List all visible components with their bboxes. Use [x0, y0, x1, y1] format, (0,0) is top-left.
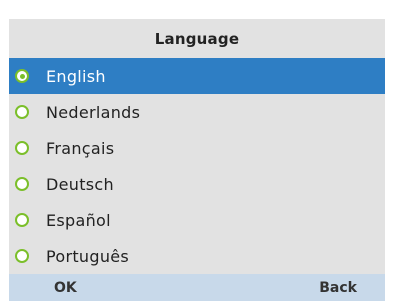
list-item-label: Deutsch [46, 174, 114, 194]
radio-unselected-icon [15, 177, 29, 191]
list-item-espanol[interactable]: Español [9, 202, 385, 238]
list-item-label: Français [46, 138, 115, 158]
language-list: English Nederlands Français Deutsch Espa… [9, 58, 385, 274]
ok-button[interactable]: OK [54, 280, 77, 296]
radio-selected-icon [15, 69, 29, 83]
radio-unselected-icon [15, 249, 29, 263]
page-title: Language [154, 29, 240, 48]
radio-unselected-icon [15, 105, 29, 119]
softkey-bar: OK Back [9, 274, 385, 301]
list-item-francais[interactable]: Français [9, 130, 385, 166]
list-item-english[interactable]: English [9, 58, 385, 94]
list-item-portugues[interactable]: Português [9, 238, 385, 274]
back-button[interactable]: Back [319, 280, 357, 296]
list-item-label: Nederlands [46, 102, 141, 122]
list-item-label: Português [46, 246, 130, 266]
radio-unselected-icon [15, 141, 29, 155]
list-item-label: English [46, 66, 106, 86]
list-item-nederlands[interactable]: Nederlands [9, 94, 385, 130]
phone-screen: Language English Nederlands Français Deu… [9, 19, 385, 301]
list-item-label: Español [46, 210, 111, 230]
list-item-deutsch[interactable]: Deutsch [9, 166, 385, 202]
radio-unselected-icon [15, 213, 29, 227]
